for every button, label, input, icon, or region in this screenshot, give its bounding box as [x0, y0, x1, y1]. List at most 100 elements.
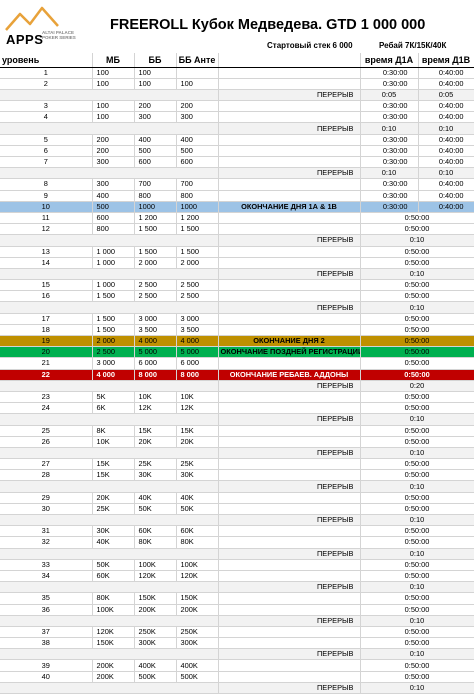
small-blind: 200: [92, 145, 135, 158]
break-time: 0:10: [360, 581, 474, 594]
break-row: ПЕРЕРЫВ 0:05 0:05: [0, 89, 474, 102]
table-body: 1 100 100 0:30:00 0:40:00 2 100 100 100 0:30:00 0:…: [0, 67, 474, 695]
big-blind: 1 200: [134, 212, 177, 225]
bb-ante: 150K: [176, 592, 219, 605]
break-row: ПЕРЕРЫВ 0:10: [0, 581, 474, 594]
break-time-d1a: 0:05: [360, 89, 419, 102]
small-blind: 3 000: [92, 357, 135, 370]
level-time: 0:50:00: [360, 458, 474, 471]
small-blind: 30K: [92, 525, 135, 538]
big-blind: 6 000: [134, 357, 177, 370]
level-row: 11 600 1 200 1 200 0:50:00: [0, 212, 474, 225]
break-label: ПЕРЕРЫВ: [218, 615, 361, 627]
level-time: 0:50:00: [360, 671, 474, 683]
big-blind: 40K: [134, 492, 177, 504]
spacer-cell: [218, 324, 361, 337]
level-row: 23 5K 10K 10K 0:50:00: [0, 391, 474, 404]
spacer-cell: [218, 469, 361, 482]
big-blind: 50K: [134, 503, 177, 516]
small-blind: 10K: [92, 436, 135, 448]
level-row: 36 100K 200K 200K 0:50:00: [0, 604, 474, 616]
spacer-cell: [218, 391, 361, 404]
big-blind: 100: [134, 78, 177, 90]
level-number: 16: [0, 290, 93, 303]
big-blind: 60K: [134, 525, 177, 538]
break-spacer: [0, 548, 219, 560]
event-label: ОКОНЧАНИЕ ДНЯ 2: [218, 335, 361, 348]
break-time: 0:10: [360, 234, 474, 247]
bb-ante: 1 500: [176, 246, 219, 258]
big-blind: 120K: [134, 570, 177, 583]
spacer-cell: [218, 279, 361, 292]
break-time: 0:10: [360, 548, 474, 560]
level-number: 22: [0, 369, 93, 381]
level-row: 21 3 000 6 000 6 000 0:50:00: [0, 357, 474, 370]
big-blind: 3 500: [134, 324, 177, 337]
level-number: 34: [0, 570, 93, 583]
break-spacer: [0, 413, 219, 426]
break-row: ПЕРЕРЫВ 0:10: [0, 548, 474, 560]
level-time: 0:50:00: [360, 592, 474, 605]
level-time: 0:50:00: [360, 246, 474, 258]
break-spacer: [0, 234, 219, 247]
event-row: 10 500 1000 1000 ОКОНЧАНИЕ ДНЯ 1А & 1В 0:30:0…: [0, 201, 474, 213]
small-blind: 5K: [92, 391, 135, 404]
bb-ante: 6 000: [176, 357, 219, 370]
level-row: 24 6K 12K 12K 0:50:00: [0, 402, 474, 415]
time-d1a: 0:30:00: [360, 145, 419, 158]
big-blind: 20K: [134, 436, 177, 448]
level-time: 0:50:00: [360, 492, 474, 504]
break-label: ПЕРЕРЫВ: [218, 648, 361, 661]
level-row: 33 50K 100K 100K 0:50:00: [0, 559, 474, 571]
bb-ante: 1000: [176, 201, 219, 213]
break-label: ПЕРЕРЫВ: [218, 413, 361, 426]
small-blind: 300: [92, 156, 135, 169]
small-blind: 200K: [92, 671, 135, 683]
time-d1a: 0:30:00: [360, 100, 419, 113]
apps-logo: APPS ALTAI PALACE POKER SERIES: [2, 4, 84, 52]
time-d1b: 0:40:00: [418, 111, 474, 124]
big-blind: 25K: [134, 458, 177, 471]
header-bb: ББ: [134, 53, 177, 68]
big-blind: 1 500: [134, 223, 177, 236]
level-time: 0:50:00: [360, 659, 474, 672]
level-row: 8 300 700 700 0:30:00 0:40:00: [0, 178, 474, 191]
level-row: 26 10K 20K 20K 0:50:00: [0, 436, 474, 448]
bb-ante: 500K: [176, 671, 219, 683]
level-row: 35 80K 150K 150K 0:50:00: [0, 592, 474, 605]
level-row: 30 25K 50K 50K 0:50:00: [0, 503, 474, 516]
header-ante: ББ Анте: [176, 53, 219, 68]
break-row: ПЕРЕРЫВ 0:10: [0, 648, 474, 661]
time-d1b: 0:40:00: [418, 67, 474, 79]
small-blind: 15K: [92, 469, 135, 482]
level-row: 25 8K 15K 15K 0:50:00: [0, 425, 474, 437]
break-label: ПЕРЕРЫВ: [218, 122, 361, 135]
bb-ante: 1 200: [176, 212, 219, 225]
level-time: 0:50:00: [360, 290, 474, 303]
break-label: ПЕРЕРЫВ: [218, 301, 361, 314]
level-number: 37: [0, 626, 93, 639]
bb-ante: 400: [176, 134, 219, 146]
header-d1a: время Д1А: [360, 53, 419, 68]
level-time: 0:50:00: [360, 402, 474, 415]
level-number: 28: [0, 469, 93, 482]
spacer-cell: [218, 425, 361, 437]
big-blind: 2 500: [134, 279, 177, 292]
break-time-d1b: 0:10: [418, 167, 474, 180]
spacer-cell: [218, 604, 361, 616]
time-d1b: 0:40:00: [418, 156, 474, 169]
break-row: ПЕРЕРЫВ 0:10: [0, 480, 474, 493]
spacer-cell: [218, 626, 361, 639]
event-row: 22 4 000 8 000 8 000 ОКОНЧАНИЕ РЕБАЕВ. АДДОН…: [0, 369, 474, 381]
small-blind: 1 000: [92, 246, 135, 258]
big-blind: 200: [134, 100, 177, 113]
level-row: 18 1 500 3 500 3 500 0:50:00: [0, 324, 474, 337]
time-d1a: 0:30:00: [360, 111, 419, 124]
bb-ante: 1 500: [176, 223, 219, 236]
level-row: 12 800 1 500 1 500 0:50:00: [0, 223, 474, 236]
level-number: 4: [0, 111, 93, 124]
level-number: 40: [0, 671, 93, 683]
bb-ante: 30K: [176, 469, 219, 482]
level-time: 0:50:00: [360, 357, 474, 370]
small-blind: 6K: [92, 402, 135, 415]
